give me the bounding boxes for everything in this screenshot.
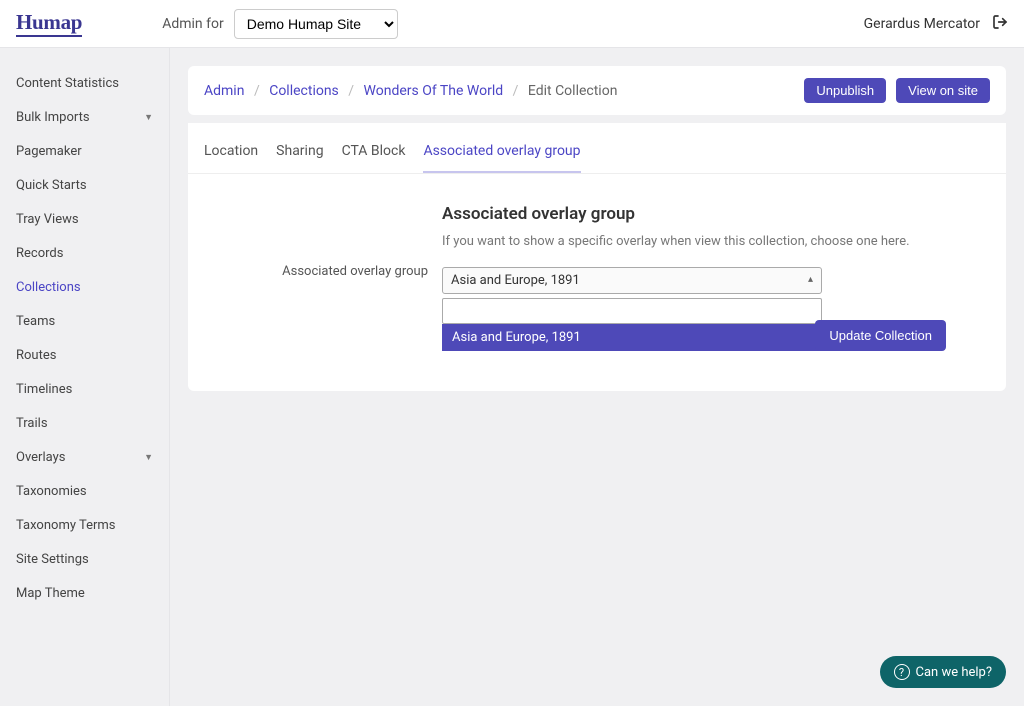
user-area: Gerardus Mercator <box>864 14 1008 34</box>
sidebar: Content Statistics Bulk Imports ▼ Pagemaker… <box>0 48 170 706</box>
panel-title: Associated overlay group <box>442 204 946 224</box>
view-on-site-button[interactable]: View on site <box>896 78 990 103</box>
help-widget[interactable]: ? Can we help? <box>880 656 1006 688</box>
sidebar-item-quick-starts[interactable]: Quick Starts <box>16 172 169 199</box>
breadcrumb-sep: / <box>513 83 519 99</box>
sidebar-item-content-statistics[interactable]: Content Statistics <box>16 70 169 97</box>
tab-location[interactable]: Location <box>204 123 258 173</box>
sidebar-item-overlays[interactable]: Overlays ▼ <box>16 444 169 471</box>
field-value-column: Associated overlay group If you want to … <box>442 204 946 351</box>
sidebar-item-routes[interactable]: Routes <box>16 342 169 369</box>
site-selector[interactable]: Demo Humap Site <box>234 9 398 39</box>
sidebar-item-taxonomy-terms[interactable]: Taxonomy Terms <box>16 512 169 539</box>
sidebar-item-label: Taxonomies <box>16 484 87 499</box>
tab-associated-overlay-group[interactable]: Associated overlay group <box>423 123 580 173</box>
help-icon: ? <box>894 664 910 680</box>
overlay-select[interactable]: Asia and Europe, 1891 ▴ <box>442 267 822 294</box>
sidebar-item-label: Overlays <box>16 450 65 465</box>
tabs: Location Sharing CTA Block Associated overl… <box>188 123 1006 174</box>
sidebar-item-label: Collections <box>16 280 81 295</box>
chevron-down-icon: ▼ <box>144 112 153 123</box>
breadcrumb-current: Edit Collection <box>528 83 618 99</box>
sidebar-item-label: Trails <box>16 416 48 431</box>
breadcrumb-collections[interactable]: Collections <box>269 83 339 99</box>
sidebar-item-bulk-imports[interactable]: Bulk Imports ▼ <box>16 104 169 131</box>
username: Gerardus Mercator <box>864 16 980 32</box>
action-buttons: Unpublish View on site <box>804 78 990 103</box>
sidebar-item-label: Timelines <box>16 382 72 397</box>
sidebar-item-label: Teams <box>16 314 55 329</box>
sidebar-item-label: Site Settings <box>16 552 89 567</box>
sidebar-item-tray-views[interactable]: Tray Views <box>16 206 169 233</box>
breadcrumb-record[interactable]: Wonders Of The World <box>364 83 504 99</box>
sidebar-item-label: Records <box>16 246 63 261</box>
sidebar-item-records[interactable]: Records <box>16 240 169 267</box>
breadcrumb: Admin / Collections / Wonders Of The Wor… <box>204 83 617 99</box>
breadcrumb-sep: / <box>348 83 354 99</box>
update-collection-button[interactable]: Update Collection <box>815 320 946 351</box>
sidebar-item-label: Content Statistics <box>16 76 119 91</box>
sidebar-item-label: Quick Starts <box>16 178 87 193</box>
sidebar-item-label: Tray Views <box>16 212 79 227</box>
chevron-down-icon: ▼ <box>144 452 153 463</box>
logout-icon[interactable] <box>992 14 1008 34</box>
tab-cta-block[interactable]: CTA Block <box>342 123 406 173</box>
breadcrumb-bar: Admin / Collections / Wonders Of The Wor… <box>188 66 1006 115</box>
sidebar-item-label: Map Theme <box>16 586 85 601</box>
sidebar-item-collections[interactable]: Collections <box>16 274 169 301</box>
overlay-select-value: Asia and Europe, 1891 <box>451 273 580 288</box>
field-label-column: Associated overlay group <box>248 204 428 351</box>
breadcrumb-admin[interactable]: Admin <box>204 83 244 99</box>
topbar: Humap Admin for Demo Humap Site Gerardus… <box>0 0 1024 48</box>
app-logo[interactable]: Humap <box>16 10 82 37</box>
sidebar-item-label: Taxonomy Terms <box>16 518 116 533</box>
tab-sharing[interactable]: Sharing <box>276 123 323 173</box>
overlay-search-input[interactable] <box>442 298 822 324</box>
admin-for-label: Admin for <box>162 16 224 32</box>
panel-body: Associated overlay group Associated over… <box>188 174 1006 391</box>
breadcrumb-sep: / <box>254 83 260 99</box>
sidebar-item-map-theme[interactable]: Map Theme <box>16 580 169 607</box>
help-label: Can we help? <box>916 665 992 680</box>
sidebar-item-teams[interactable]: Teams <box>16 308 169 335</box>
overlay-field-label: Associated overlay group <box>282 264 428 279</box>
sidebar-item-timelines[interactable]: Timelines <box>16 376 169 403</box>
sidebar-item-label: Bulk Imports <box>16 110 90 125</box>
main-content: Admin / Collections / Wonders Of The Wor… <box>170 48 1024 706</box>
overlay-dropdown-option[interactable]: Asia and Europe, 1891 <box>442 324 822 351</box>
unpublish-button[interactable]: Unpublish <box>804 78 886 103</box>
edit-panel: LocationSharingCTA BlockAssociated overl… <box>188 123 1006 391</box>
sidebar-item-trails[interactable]: Trails <box>16 410 169 437</box>
sidebar-item-site-settings[interactable]: Site Settings <box>16 546 169 573</box>
sidebar-item-pagemaker[interactable]: Pagemaker <box>16 138 169 165</box>
panel-description: If you want to show a specific overlay w… <box>442 234 946 249</box>
sidebar-item-label: Routes <box>16 348 56 363</box>
sidebar-item-taxonomies[interactable]: Taxonomies <box>16 478 169 505</box>
chevron-up-icon: ▴ <box>808 274 813 285</box>
sidebar-item-label: Pagemaker <box>16 144 82 159</box>
